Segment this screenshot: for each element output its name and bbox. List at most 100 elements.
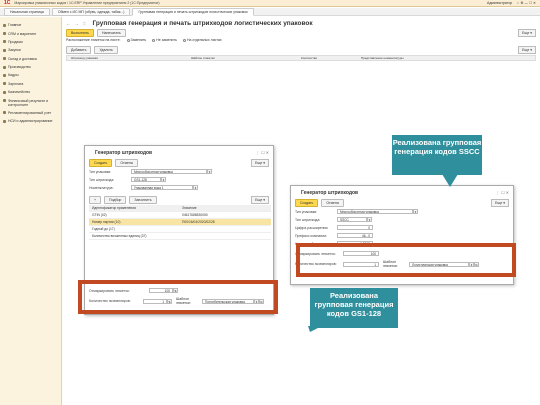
table-row[interactable]: Годный до (17) <box>89 226 271 233</box>
section-icon <box>3 82 6 86</box>
section-icon <box>3 57 6 61</box>
cancel-button[interactable]: Отмена <box>115 159 138 167</box>
sidebar-item-production[interactable]: Производство <box>0 63 61 71</box>
table-more-button[interactable]: Еще ▾ <box>518 46 536 54</box>
page-title: Групповая генерация и печать штрихкодов … <box>92 20 313 27</box>
ai-table-toolbar: + Подбор Заполнить <box>89 196 157 204</box>
sidebar-item-regulated[interactable]: Регламентированный учет <box>0 109 61 117</box>
barcode-type-row: Тип штрихкода: GS1-128 ▾ <box>89 177 166 182</box>
create-button[interactable]: Создать <box>89 159 113 167</box>
section-icon <box>3 73 6 77</box>
package-type-field[interactable]: Многооборотная упаковка <box>131 169 207 174</box>
ai-table-more-button[interactable]: Еще ▾ <box>251 196 269 204</box>
table-header: Идентификатор применения Значение <box>89 205 271 212</box>
dropdown-icon[interactable]: ▾ <box>193 185 198 190</box>
callout-gs1: Реализована групповая генерация кодов GS… <box>310 288 398 328</box>
sidebar-item-warehouse[interactable]: Склад и доставка <box>0 55 61 63</box>
nomenclature-row: Номенклатура: Упакованная вода 1 ▾ <box>89 185 198 190</box>
sidebar-item-finance[interactable]: Финансовый результат и контроллинг <box>0 96 61 108</box>
callout-sscc-tail-icon <box>442 174 458 187</box>
dialog-title: Генератор штрихкодов <box>301 190 359 196</box>
tab-home[interactable]: Начальная страница <box>4 7 50 16</box>
dialog-more-button[interactable]: Еще ▾ <box>251 159 269 167</box>
tab-group-generation[interactable]: Групповая генерация и печать штрихкодов … <box>132 7 254 16</box>
company-prefix-field[interactable]: 46...0 <box>337 233 373 238</box>
select-button[interactable]: Подбор <box>104 196 127 204</box>
dropdown-icon[interactable]: ▾ <box>413 209 418 214</box>
window-title: Маркировка упаковочных кодов / 1С:ERP Уп… <box>14 1 160 5</box>
radio-group-label: Расположение этикеток на листе: <box>66 38 121 42</box>
column-header[interactable]: Штрихкод упаковки <box>67 56 187 60</box>
sidebar-item-purchases[interactable]: Закупки <box>0 46 61 54</box>
form-header: ← → ☆ Групповая генерация и печать штрих… <box>66 20 313 27</box>
titlebar-right: Администратор ☆ ⚙ — ☐ ✕ <box>487 1 540 5</box>
nomenclature-field[interactable]: Упакованная вода 1 <box>131 185 193 190</box>
highlight-frame-sscc <box>296 243 516 277</box>
section-icon <box>3 99 6 103</box>
section-icon <box>3 111 6 115</box>
sidebar-item-crm[interactable]: CRM и маркетинг <box>0 29 61 37</box>
dialog-toolbar: Создать Отмена <box>89 159 138 167</box>
dialog-window-icons[interactable]: ⋮ ☐ ✕ <box>256 150 269 155</box>
radio-icon <box>126 38 130 42</box>
section-icon <box>3 119 6 123</box>
dropdown-icon[interactable]: ▾ <box>367 217 372 222</box>
delete-row-button[interactable]: Удалить <box>94 46 118 54</box>
extension-digit-field[interactable]: 0 <box>337 225 373 230</box>
radio-no-replace[interactable]: Не заменить <box>152 38 177 42</box>
dialog-more-button[interactable]: Еще ▾ <box>491 199 509 207</box>
sidebar-item-main[interactable]: Главное <box>0 21 61 29</box>
fill-button[interactable]: Заполнить <box>129 196 157 204</box>
create-button[interactable]: Создать <box>295 199 319 207</box>
radio-separate-sheets[interactable]: На отдельных листах <box>182 38 222 42</box>
table-toolbar: Добавить Удалить <box>66 46 118 54</box>
dialog-toolbar: Создать Отмена <box>295 199 344 207</box>
dialog-window-icons[interactable]: ⋮ ☐ ✕ <box>496 190 509 195</box>
sidebar: Главное CRM и маркетинг Продажи Закупки … <box>0 17 62 405</box>
tab-bar: Начальная страница Обмен с ИС МП (обувь,… <box>0 7 540 16</box>
star-icon[interactable]: ☆ <box>82 21 86 27</box>
sidebar-item-sales[interactable]: Продажи <box>0 38 61 46</box>
sidebar-item-nsi[interactable]: НСИ и администрирование <box>0 117 61 125</box>
window-controls-icon[interactable]: ☆ ⚙ — ☐ ✕ <box>516 1 536 5</box>
barcode-type-field[interactable]: GS1-128 <box>131 177 161 182</box>
column-header[interactable]: Количество <box>297 56 357 60</box>
package-type-row: Тип упаковки: Многооборотная упаковка ▾ <box>295 209 418 214</box>
user-name[interactable]: Администратор <box>487 1 512 5</box>
sidebar-item-treasury[interactable]: Казначейство <box>0 88 61 96</box>
more-menu-button[interactable]: Еще ▾ <box>518 29 536 37</box>
barcode-type-field[interactable]: SSCC <box>337 217 367 222</box>
dropdown-icon[interactable]: ▾ <box>207 169 212 174</box>
extension-digit-row: Цифра расширения: 0 <box>295 225 373 230</box>
tab-exchange[interactable]: Обмен с ИС МП (обувь, одежда, табак...) <box>51 7 131 16</box>
callout-gs1-tail-icon <box>308 326 322 332</box>
labels-table-header: Штрихкод упаковки Шаблон этикетки Количе… <box>66 55 536 61</box>
section-icon <box>3 32 6 36</box>
section-icon <box>3 23 6 27</box>
sidebar-item-hr[interactable]: Кадры <box>0 71 61 79</box>
back-arrow-icon[interactable]: ← <box>66 21 71 27</box>
table-row[interactable]: Номер партии (10) П00/16/04/2020/02/28 <box>89 219 271 226</box>
print-button[interactable]: Напечатать <box>96 29 126 37</box>
table-row[interactable]: Количество вложенных единиц (37) <box>89 233 271 240</box>
section-icon <box>3 65 6 69</box>
callout-sscc: Реализована групповая генерация кодов SS… <box>392 135 482 175</box>
barcode-type-row: Тип штрихкода: SSCC ▾ <box>295 217 372 222</box>
dropdown-icon[interactable]: ▾ <box>161 177 166 182</box>
sidebar-item-salary[interactable]: Зарплата <box>0 80 61 88</box>
execute-button[interactable]: Выполнить <box>66 29 94 37</box>
add-row-button[interactable]: Добавить <box>66 46 92 54</box>
column-header[interactable]: Представление номенклатуры <box>357 56 527 60</box>
radio-replace[interactable]: Заменить <box>126 38 146 42</box>
package-type-field[interactable]: Многооборотная упаковка <box>337 209 413 214</box>
company-prefix-row: Префикс компании: 46...0 <box>295 233 373 238</box>
cancel-button[interactable]: Отмена <box>321 199 344 207</box>
forward-arrow-icon[interactable]: → <box>74 21 79 27</box>
table-row[interactable]: GTIN (02) 04617688530050 <box>89 212 271 219</box>
radio-icon <box>182 38 186 42</box>
column-header[interactable]: Шаблон этикетки <box>187 56 297 60</box>
section-icon <box>3 40 6 44</box>
section-icon <box>3 90 6 94</box>
add-icon[interactable]: + <box>89 196 102 204</box>
layout-radio-group: Расположение этикеток на листе: Заменить… <box>66 38 222 42</box>
